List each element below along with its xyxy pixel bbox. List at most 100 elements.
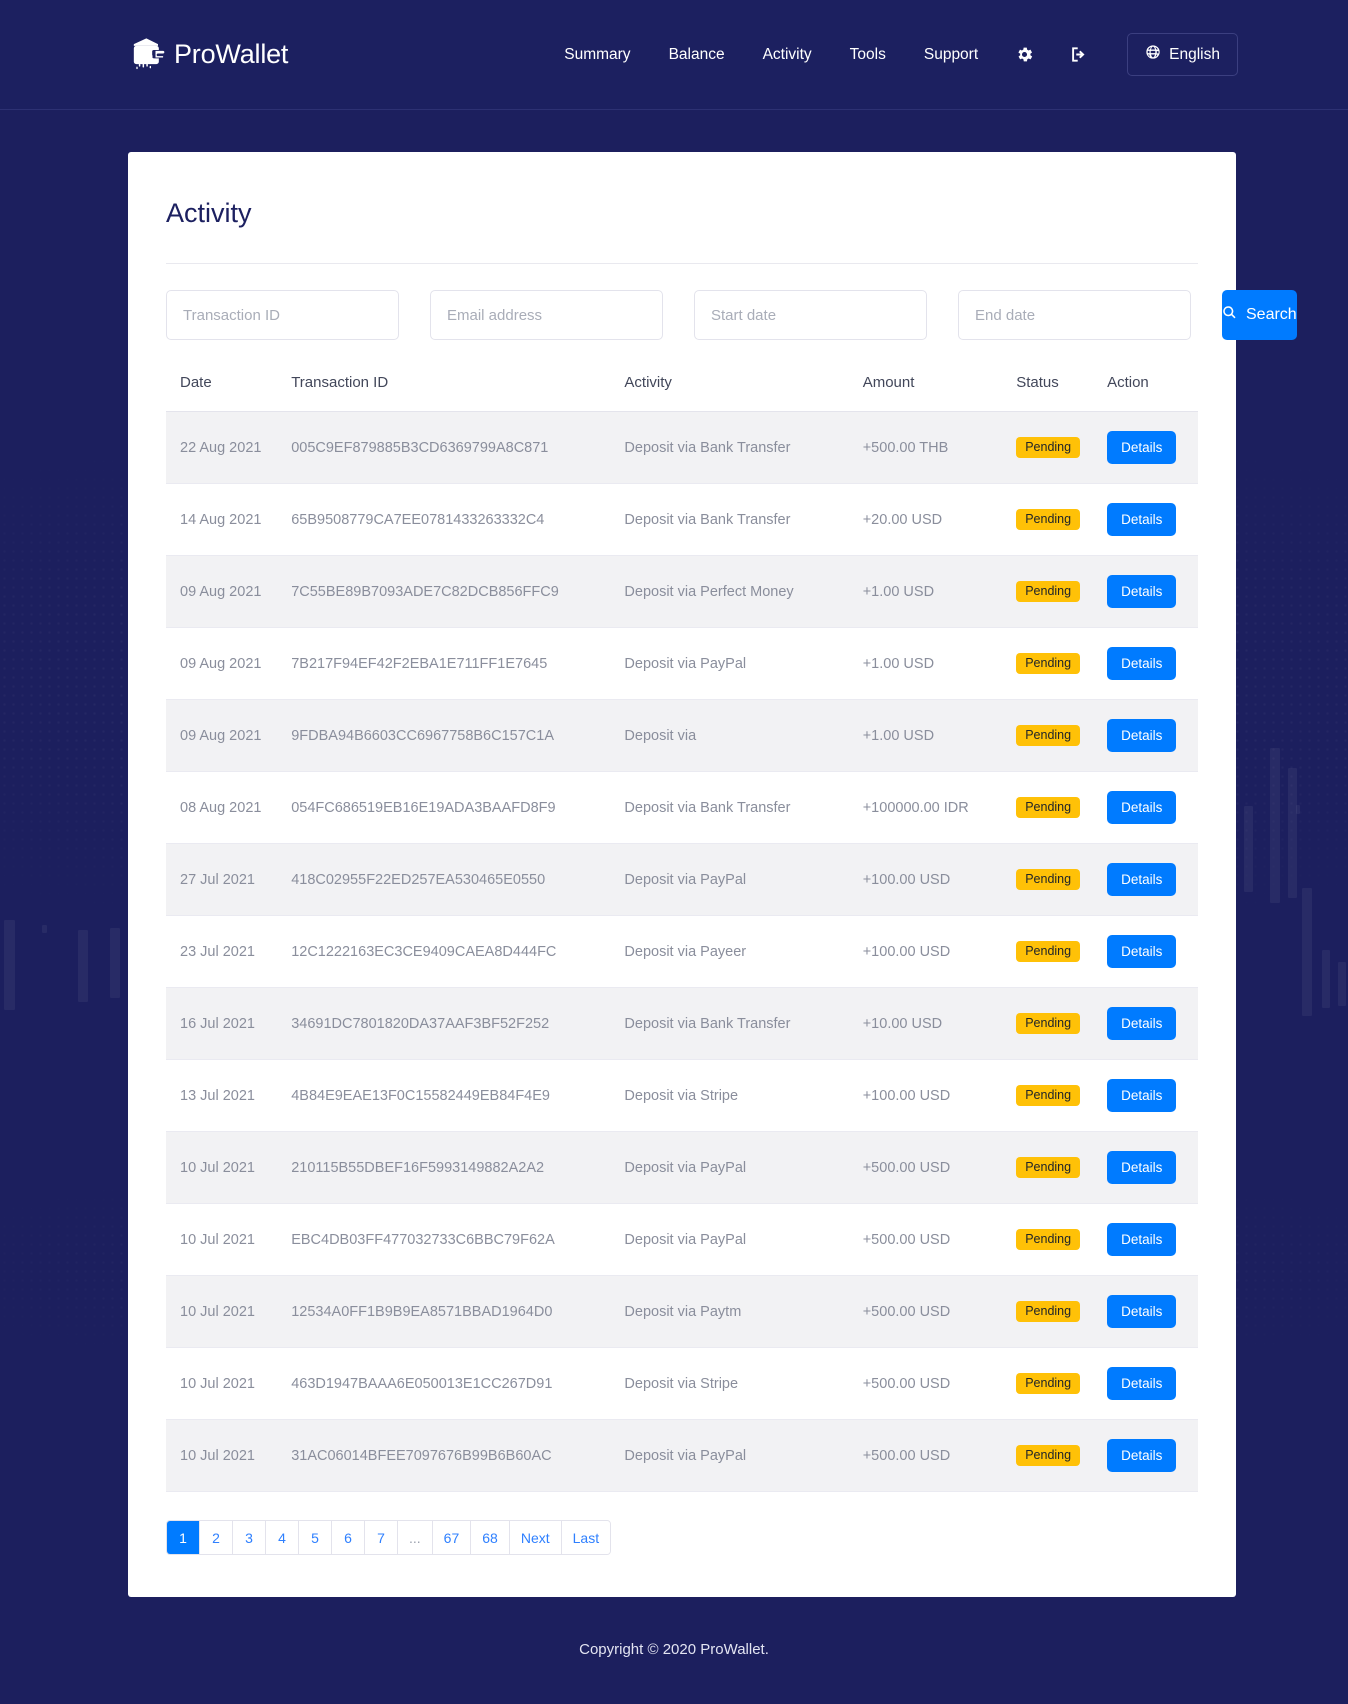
cell-action: Details: [1107, 843, 1198, 916]
details-button[interactable]: Details: [1107, 1079, 1177, 1112]
cell-date: 27 Jul 2021: [166, 843, 292, 916]
brand-name: ProWallet: [174, 39, 289, 69]
language-selector-button[interactable]: English: [1127, 33, 1238, 76]
nav-item-activity[interactable]: Activity: [744, 36, 831, 74]
email-address-input[interactable]: [430, 290, 663, 340]
transaction-id-input[interactable]: [166, 290, 399, 340]
pagination-item-3[interactable]: 3: [233, 1521, 266, 1554]
sign-out-icon[interactable]: [1059, 36, 1097, 74]
gear-icon[interactable]: [1005, 36, 1043, 74]
nav-item-support[interactable]: Support: [905, 36, 997, 74]
pagination-item-next[interactable]: Next: [509, 1521, 562, 1554]
pagination-item-4[interactable]: 4: [266, 1521, 299, 1554]
column-header-amount: Amount: [862, 374, 1017, 412]
cell-transaction-id: 7B217F94EF42F2EBA1E711FF1E7645: [291, 627, 625, 700]
start-date-input[interactable]: [694, 290, 927, 340]
pagination-item-last[interactable]: Last: [561, 1521, 611, 1554]
wallet-cloud-icon: [128, 35, 168, 75]
cell-activity: Deposit via Payeer: [624, 915, 863, 988]
table-row: 10 Jul 2021 210115B55DBEF16F5993149882A2A…: [166, 1131, 1198, 1204]
cell-activity: Deposit via Bank Transfer: [624, 771, 863, 844]
cell-action: Details: [1107, 483, 1198, 556]
cell-activity: Deposit via Paytm: [624, 1275, 863, 1348]
pagination-item-2[interactable]: 2: [200, 1521, 233, 1554]
cell-action: Details: [1107, 555, 1198, 628]
table-row: 23 Jul 2021 12C1222163EC3CE9409CAEA8D444F…: [166, 915, 1198, 988]
cell-transaction-id: 12534A0FF1B9B9EA8571BBAD1964D0: [291, 1275, 625, 1348]
status-badge: Pending: [1016, 437, 1081, 458]
table-row: 10 Jul 2021 12534A0FF1B9B9EA8571BBAD1964D…: [166, 1275, 1198, 1348]
cell-status: Pending: [1016, 987, 1108, 1060]
details-button[interactable]: Details: [1107, 647, 1177, 680]
cell-status: Pending: [1016, 1203, 1108, 1276]
details-button[interactable]: Details: [1107, 863, 1177, 896]
cell-action: Details: [1107, 1059, 1198, 1132]
cell-activity: Deposit via PayPal: [624, 627, 863, 700]
search-button[interactable]: Search: [1222, 290, 1297, 340]
cell-activity: Deposit via Stripe: [624, 1347, 863, 1420]
pagination-item-68[interactable]: 68: [471, 1521, 510, 1554]
pagination-item-7[interactable]: 7: [365, 1521, 398, 1554]
end-date-input[interactable]: [958, 290, 1191, 340]
nav-item-balance[interactable]: Balance: [650, 36, 744, 74]
activity-table-head: Date Transaction ID Activity Amount Stat…: [166, 374, 1198, 412]
cell-transaction-id: 463D1947BAAA6E050013E1CC267D91: [291, 1347, 625, 1420]
cell-amount: +1.00 USD: [862, 627, 1017, 700]
cell-action: Details: [1107, 987, 1198, 1060]
cell-status: Pending: [1016, 1347, 1108, 1420]
status-badge: Pending: [1016, 509, 1081, 530]
cell-date: 10 Jul 2021: [166, 1131, 292, 1204]
details-button[interactable]: Details: [1107, 935, 1177, 968]
cell-amount: +20.00 USD: [862, 483, 1017, 556]
cell-amount: +100.00 USD: [862, 915, 1017, 988]
details-button[interactable]: Details: [1107, 575, 1177, 608]
cell-activity: Deposit via PayPal: [624, 1419, 863, 1492]
details-button[interactable]: Details: [1107, 503, 1177, 536]
cell-amount: +100.00 USD: [862, 1059, 1017, 1132]
cell-transaction-id: 418C02955F22ED257EA530465E0550: [291, 843, 625, 916]
brand-logo-link[interactable]: ProWallet: [128, 35, 288, 75]
nav-item-tools[interactable]: Tools: [831, 36, 905, 74]
cell-action: Details: [1107, 1131, 1198, 1204]
table-header-row: Date Transaction ID Activity Amount Stat…: [166, 374, 1198, 412]
cell-transaction-id: 005C9EF879885B3CD6369799A8C871: [291, 411, 625, 484]
cell-amount: +1.00 USD: [862, 555, 1017, 628]
cell-activity: Deposit via: [624, 699, 863, 772]
details-button[interactable]: Details: [1107, 1367, 1177, 1400]
details-button[interactable]: Details: [1107, 1007, 1177, 1040]
column-header-status: Status: [1016, 374, 1108, 412]
pagination-item-5[interactable]: 5: [299, 1521, 332, 1554]
details-button[interactable]: Details: [1107, 1295, 1177, 1328]
details-button[interactable]: Details: [1107, 719, 1177, 752]
cell-activity: Deposit via Bank Transfer: [624, 411, 863, 484]
cell-transaction-id: 7C55BE89B7093ADE7C82DCB856FFC9: [291, 555, 625, 628]
cell-action: Details: [1107, 1275, 1198, 1348]
details-button[interactable]: Details: [1107, 1223, 1177, 1256]
status-badge: Pending: [1016, 797, 1081, 818]
column-header-transaction-id: Transaction ID: [291, 374, 625, 412]
details-button[interactable]: Details: [1107, 431, 1177, 464]
cell-action: Details: [1107, 1203, 1198, 1276]
cell-date: 09 Aug 2021: [166, 555, 292, 628]
cell-date: 23 Jul 2021: [166, 915, 292, 988]
cell-status: Pending: [1016, 1419, 1108, 1492]
pagination-item-67[interactable]: 67: [432, 1521, 472, 1554]
cell-status: Pending: [1016, 1275, 1108, 1348]
pagination-item-1[interactable]: 1: [167, 1521, 200, 1554]
status-badge: Pending: [1016, 653, 1081, 674]
pagination-item-6[interactable]: 6: [332, 1521, 365, 1554]
cell-date: 10 Jul 2021: [166, 1275, 292, 1348]
status-badge: Pending: [1016, 1229, 1081, 1250]
details-button[interactable]: Details: [1107, 1439, 1177, 1472]
status-badge: Pending: [1016, 1157, 1081, 1178]
cell-date: 10 Jul 2021: [166, 1347, 292, 1420]
details-button[interactable]: Details: [1107, 791, 1177, 824]
cell-transaction-id: 34691DC7801820DA37AAF3BF52F252: [291, 987, 625, 1060]
page-title: Activity: [166, 198, 252, 228]
column-header-activity: Activity: [624, 374, 863, 412]
cell-status: Pending: [1016, 915, 1108, 988]
cell-action: Details: [1107, 627, 1198, 700]
nav-item-summary[interactable]: Summary: [545, 36, 649, 74]
details-button[interactable]: Details: [1107, 1151, 1177, 1184]
cell-activity: Deposit via PayPal: [624, 1203, 863, 1276]
